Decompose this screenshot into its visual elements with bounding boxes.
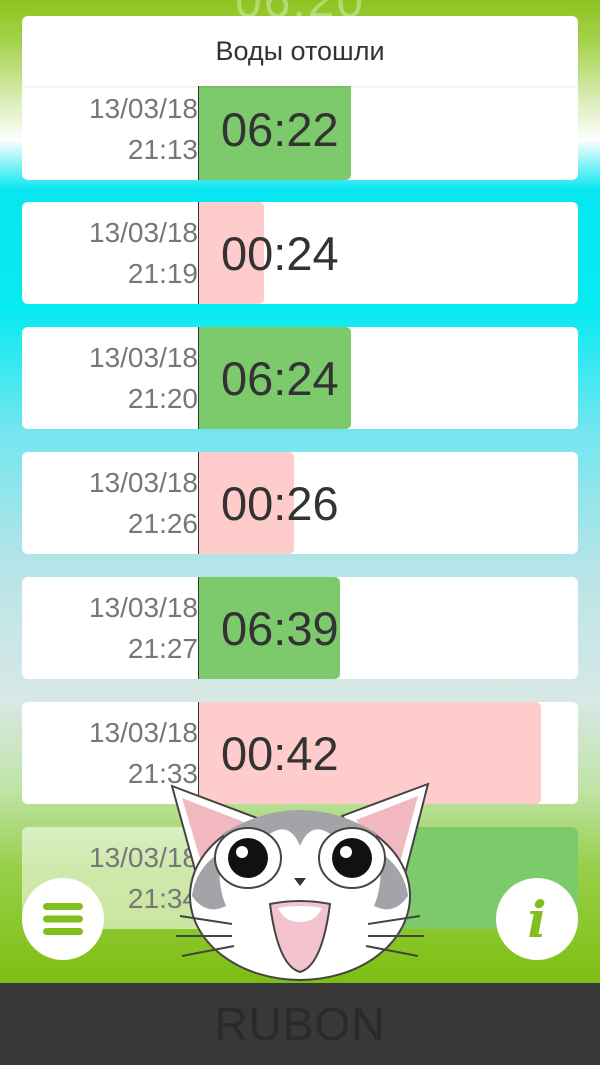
row-date: 13/03/18 xyxy=(89,217,198,248)
cat-mascot-icon xyxy=(170,782,430,981)
row-date: 13/03/18 xyxy=(89,467,198,498)
footer-brand-text: RUBON xyxy=(214,998,386,1050)
row-bar-area: 06:24 xyxy=(198,327,578,429)
list-item[interactable]: 13/03/18 21:13 06:22 xyxy=(22,78,578,180)
row-bar-area: 00:26 xyxy=(198,452,578,554)
row-date: 13/03/18 xyxy=(89,717,198,748)
row-duration: 06:22 xyxy=(221,102,339,156)
row-time: 21:19 xyxy=(127,258,198,289)
hamburger-menu-icon xyxy=(43,903,83,935)
row-duration: 06:24 xyxy=(221,351,339,405)
info-icon: i xyxy=(527,889,547,949)
row-time: 21:27 xyxy=(127,633,198,664)
row-time: 21:26 xyxy=(127,508,198,539)
info-button[interactable]: i xyxy=(496,878,578,960)
row-date: 13/03/18 xyxy=(89,592,198,623)
row-datetime: 13/03/18 21:13 xyxy=(22,78,198,180)
row-bar-area: 06:39 xyxy=(198,577,578,679)
footer-brand-bar: RUBON xyxy=(0,983,600,1065)
row-duration: 06:39 xyxy=(221,601,339,655)
row-datetime: 13/03/18 21:20 xyxy=(22,327,198,429)
menu-button[interactable] xyxy=(22,878,104,960)
row-duration: 00:26 xyxy=(221,476,339,530)
row-date: 13/03/18 xyxy=(89,93,198,124)
list-item[interactable]: 13/03/18 21:19 00:24 xyxy=(22,202,578,304)
page-title: Воды отошли xyxy=(22,16,578,86)
row-duration: 00:24 xyxy=(221,226,339,280)
list-item[interactable]: 13/03/18 21:26 00:26 xyxy=(22,452,578,554)
row-datetime: 13/03/18 21:26 xyxy=(22,452,198,554)
row-bar-area: 00:24 xyxy=(198,202,578,304)
list-item[interactable]: 13/03/18 21:27 06:39 xyxy=(22,577,578,679)
row-bar-area: 06:22 xyxy=(198,78,578,180)
list-item[interactable]: 13/03/18 21:20 06:24 xyxy=(22,327,578,429)
row-date: 13/03/18 xyxy=(89,342,198,373)
row-datetime: 13/03/18 21:27 xyxy=(22,577,198,679)
row-time: 21:13 xyxy=(127,134,198,165)
row-datetime: 13/03/18 21:19 xyxy=(22,202,198,304)
row-time: 21:20 xyxy=(127,383,198,414)
